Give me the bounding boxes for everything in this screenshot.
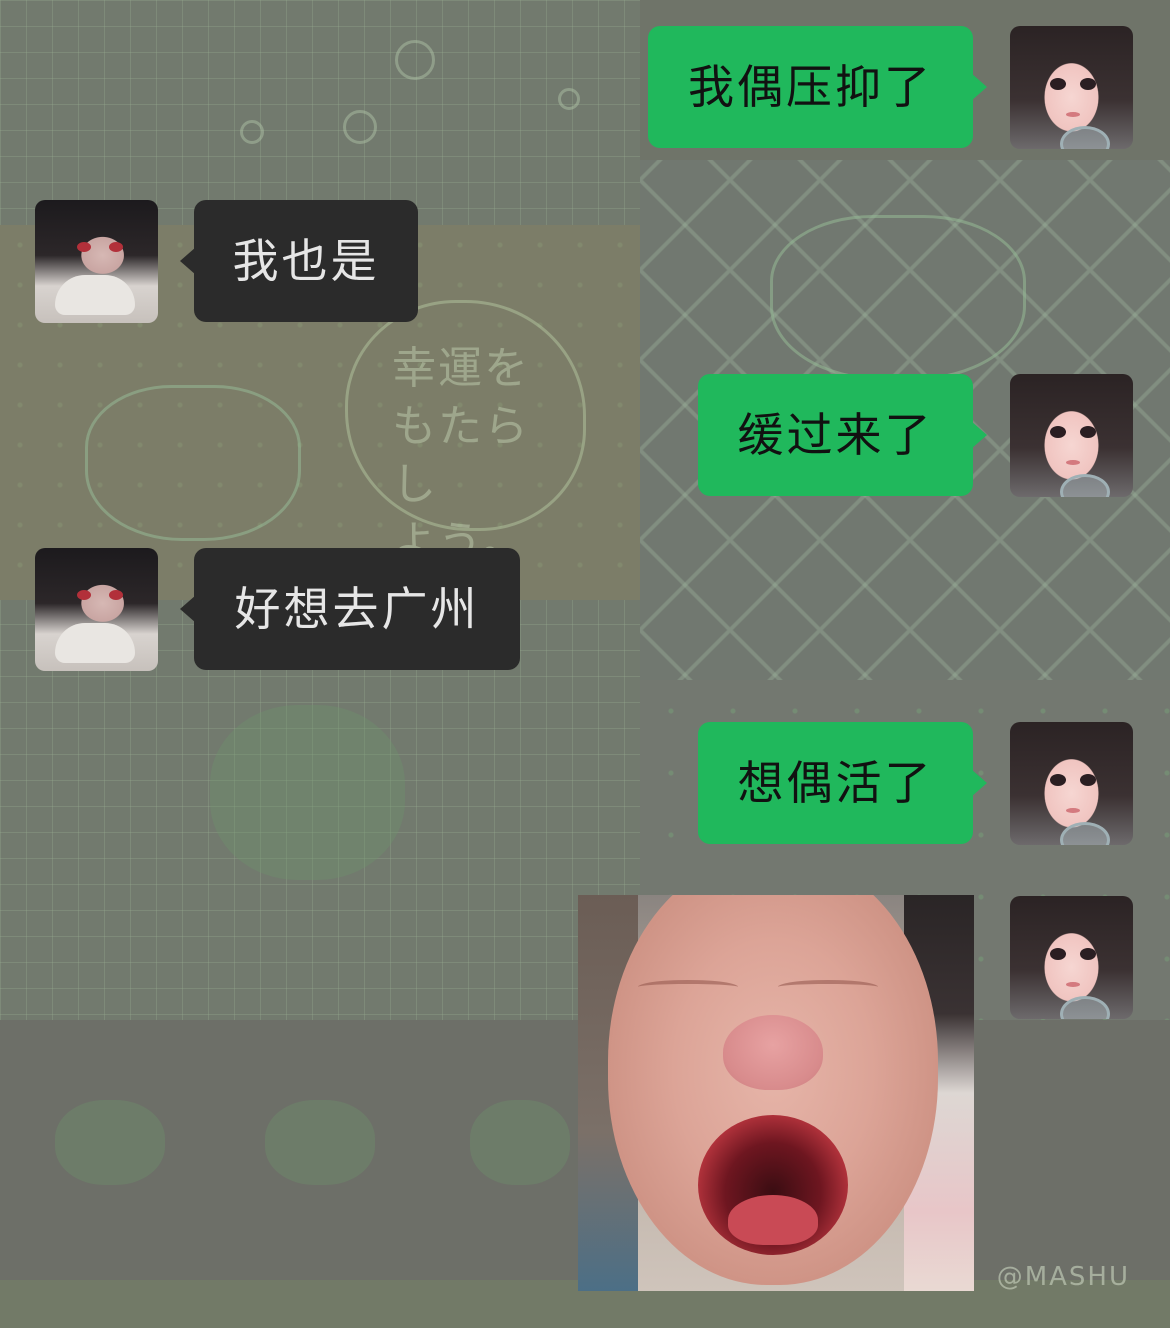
avatar-self[interactable] [1010,26,1133,149]
message-bubble-incoming[interactable]: 我也是 [180,200,418,322]
chat-thread: 我偶压抑了 我也是 缓过来了 好想去广州 想偶活了 [0,0,1170,1328]
avatar-self[interactable] [1010,896,1133,1019]
avatar-self[interactable] [1010,722,1133,845]
avatar-self[interactable] [1010,374,1133,497]
sticker-crying-baby[interactable] [578,895,974,1291]
message-bubble-outgoing[interactable]: 我偶压抑了 [648,26,987,148]
message-bubble-incoming[interactable]: 好想去广州 [180,548,520,670]
message-bubble-outgoing[interactable]: 想偶活了 [698,722,987,844]
avatar-contact[interactable] [35,200,158,323]
avatar-contact[interactable] [35,548,158,671]
message-bubble-outgoing[interactable]: 缓过来了 [698,374,987,496]
